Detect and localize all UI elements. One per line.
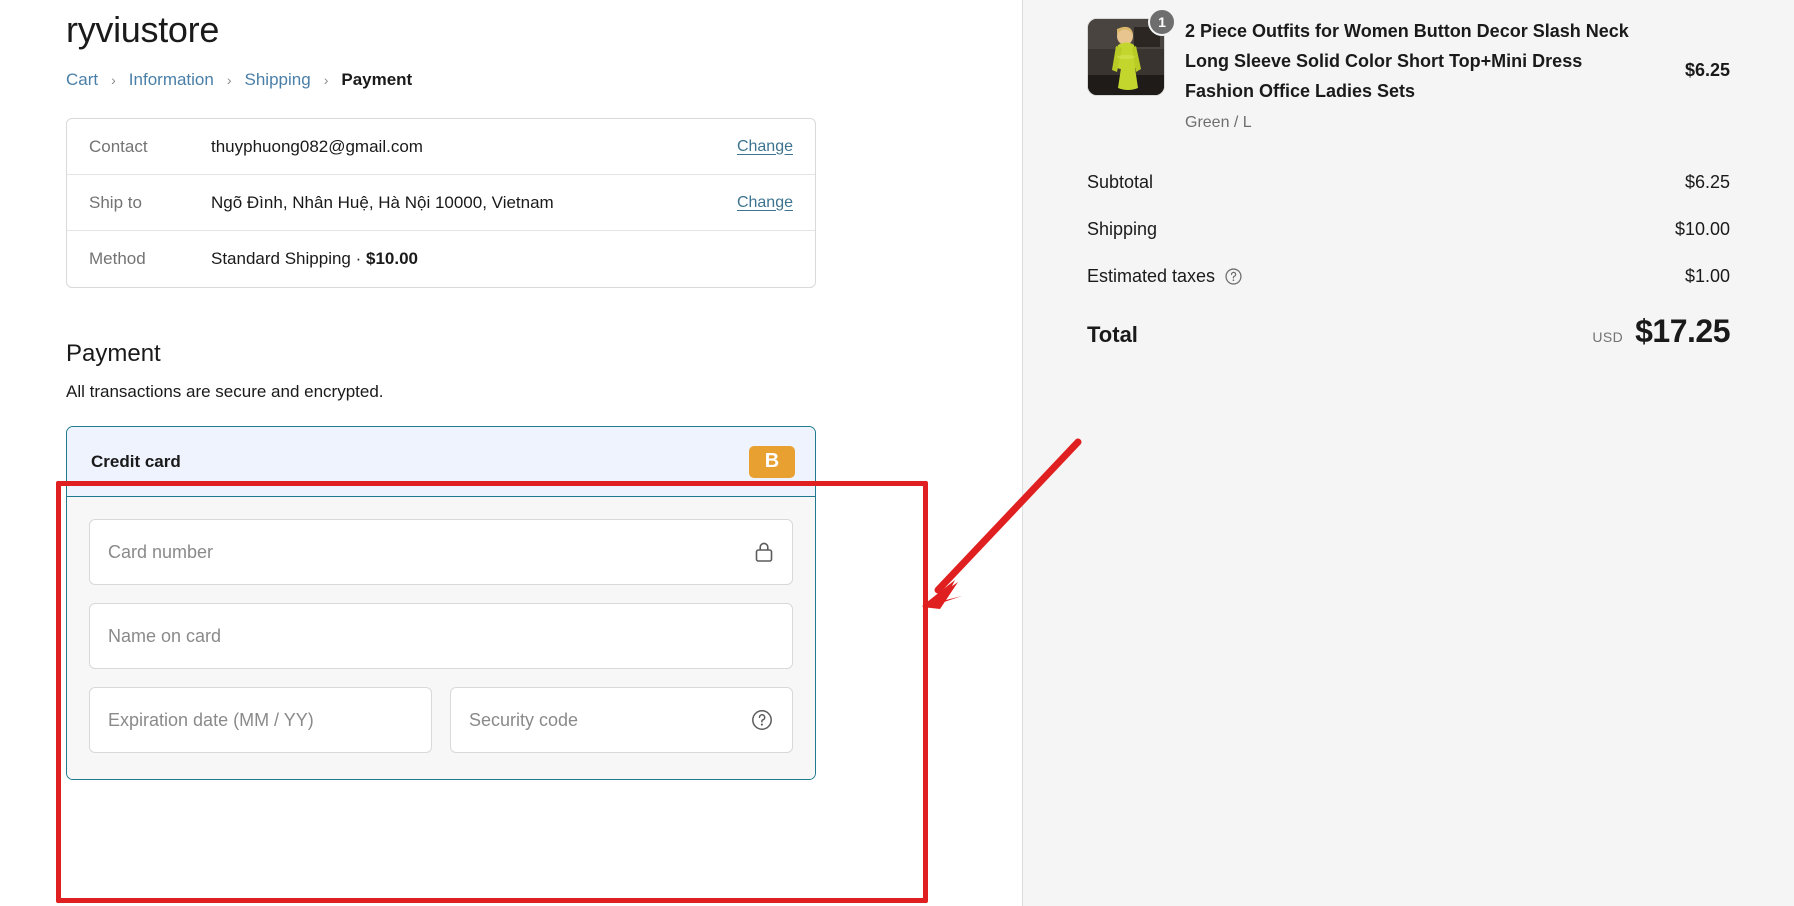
subtotal-label: Subtotal bbox=[1087, 172, 1154, 192]
summary-row-subtotal: Subtotal $6.25 bbox=[1087, 172, 1730, 193]
bogus-gateway-badge-icon: B bbox=[749, 445, 795, 478]
shipping-value: $10.00 bbox=[1674, 219, 1730, 239]
expiration-date-placeholder: Expiration date (MM / YY) bbox=[108, 709, 314, 730]
estimated-taxes-text: Estimated taxes bbox=[1087, 266, 1216, 286]
method-label: Method bbox=[89, 249, 146, 268]
method-name: Standard Shipping · bbox=[211, 249, 366, 268]
estimated-taxes-label: Estimated taxes bbox=[1087, 266, 1243, 287]
product-price: $6.25 bbox=[1684, 60, 1730, 80]
credit-card-payment-box: Credit card B Card number Name on card E… bbox=[66, 426, 816, 780]
ship-to-value: Ngõ Đình, Nhân Huệ, Hà Nội 10000, Vietna… bbox=[211, 192, 554, 212]
breadcrumb-item-cart[interactable]: Cart bbox=[66, 70, 98, 90]
quantity-badge: 1 bbox=[1148, 8, 1176, 36]
product-thumbnail-wrap: 1 bbox=[1087, 8, 1176, 96]
product-variant: Green / L bbox=[1185, 114, 1252, 131]
expiration-date-field[interactable]: Expiration date (MM / YY) bbox=[89, 687, 432, 753]
method-amount: $10.00 bbox=[366, 249, 418, 268]
name-on-card-field[interactable]: Name on card bbox=[89, 603, 793, 669]
order-summary: 1 2 Piece Outfits for Women Button Decor… bbox=[1023, 0, 1794, 906]
store-name: ryviustore bbox=[66, 9, 220, 50]
card-number-placeholder: Card number bbox=[108, 541, 214, 562]
totals-list: Subtotal $6.25 Shipping $10.00 Estimated… bbox=[1087, 172, 1730, 350]
taxes-help-icon[interactable] bbox=[1224, 267, 1243, 286]
breadcrumb-separator-icon: › bbox=[111, 72, 116, 88]
product-info: 2 Piece Outfits for Women Button Decor S… bbox=[1185, 8, 1665, 132]
breadcrumb-separator-icon: › bbox=[323, 72, 329, 88]
change-contact-link[interactable]: Change bbox=[737, 138, 793, 156]
estimated-taxes-value: $1.00 bbox=[1684, 266, 1730, 286]
breadcrumb-separator-icon: › bbox=[226, 72, 232, 88]
checkout-main: ryviustore Cart › Information › Shipping… bbox=[0, 0, 1022, 906]
total-value: $17.25 bbox=[1635, 313, 1730, 349]
summary-row-shipping: Shipping $10.00 bbox=[1087, 219, 1730, 240]
review-row-ship-to: Ship to Ngõ Đình, Nhân Huệ, Hà Nội 10000… bbox=[67, 175, 815, 231]
total-currency: USD bbox=[1592, 329, 1624, 345]
breadcrumb-item-shipping[interactable]: Shipping bbox=[245, 70, 311, 90]
total-label: Total bbox=[1087, 322, 1138, 347]
order-line-item: 1 2 Piece Outfits for Women Button Decor… bbox=[1087, 0, 1730, 132]
shipping-label: Shipping bbox=[1087, 219, 1158, 239]
checkout-page: ryviustore Cart › Information › Shipping… bbox=[0, 0, 1794, 906]
credit-card-option-label: Credit card bbox=[91, 451, 181, 471]
change-ship-to-link[interactable]: Change bbox=[737, 194, 793, 212]
credit-card-option-row[interactable]: Credit card B bbox=[67, 427, 815, 497]
subtotal-value: $6.25 bbox=[1684, 172, 1730, 192]
card-number-field[interactable]: Card number bbox=[89, 519, 793, 585]
ship-to-label: Ship to bbox=[89, 192, 142, 212]
method-value: Standard Shipping · $10.00 bbox=[211, 249, 793, 269]
payment-subtext: All transactions are secure and encrypte… bbox=[66, 382, 384, 401]
help-icon[interactable] bbox=[750, 708, 774, 732]
order-review-card: Contact thuyphuong082@gmail.com Change S… bbox=[66, 118, 816, 288]
review-row-contact: Contact thuyphuong082@gmail.com Change bbox=[67, 119, 815, 175]
breadcrumb-item-information[interactable]: Information bbox=[129, 70, 214, 90]
product-title: 2 Piece Outfits for Women Button Decor S… bbox=[1185, 21, 1629, 101]
breadcrumb: Cart › Information › Shipping › Payment bbox=[66, 70, 1022, 90]
card-expiry-security-row: Expiration date (MM / YY) Security code bbox=[89, 687, 793, 753]
security-code-field[interactable]: Security code bbox=[450, 687, 793, 753]
lock-icon bbox=[754, 540, 774, 564]
security-code-placeholder: Security code bbox=[469, 709, 579, 730]
contact-label: Contact bbox=[89, 136, 148, 156]
summary-row-total: Total USD $17.25 bbox=[1087, 313, 1730, 350]
breadcrumb-item-payment: Payment bbox=[341, 70, 413, 89]
credit-card-form: Card number Name on card Expiration date… bbox=[67, 497, 815, 779]
contact-value: thuyphuong082@gmail.com bbox=[211, 136, 423, 156]
review-row-method: Method Standard Shipping · $10.00 bbox=[67, 231, 815, 287]
summary-row-estimated-taxes: Estimated taxes $1.00 bbox=[1087, 266, 1730, 287]
payment-heading: Payment bbox=[66, 340, 161, 367]
total-amount-group: USD $17.25 bbox=[1592, 313, 1730, 350]
name-on-card-placeholder: Name on card bbox=[108, 625, 222, 646]
